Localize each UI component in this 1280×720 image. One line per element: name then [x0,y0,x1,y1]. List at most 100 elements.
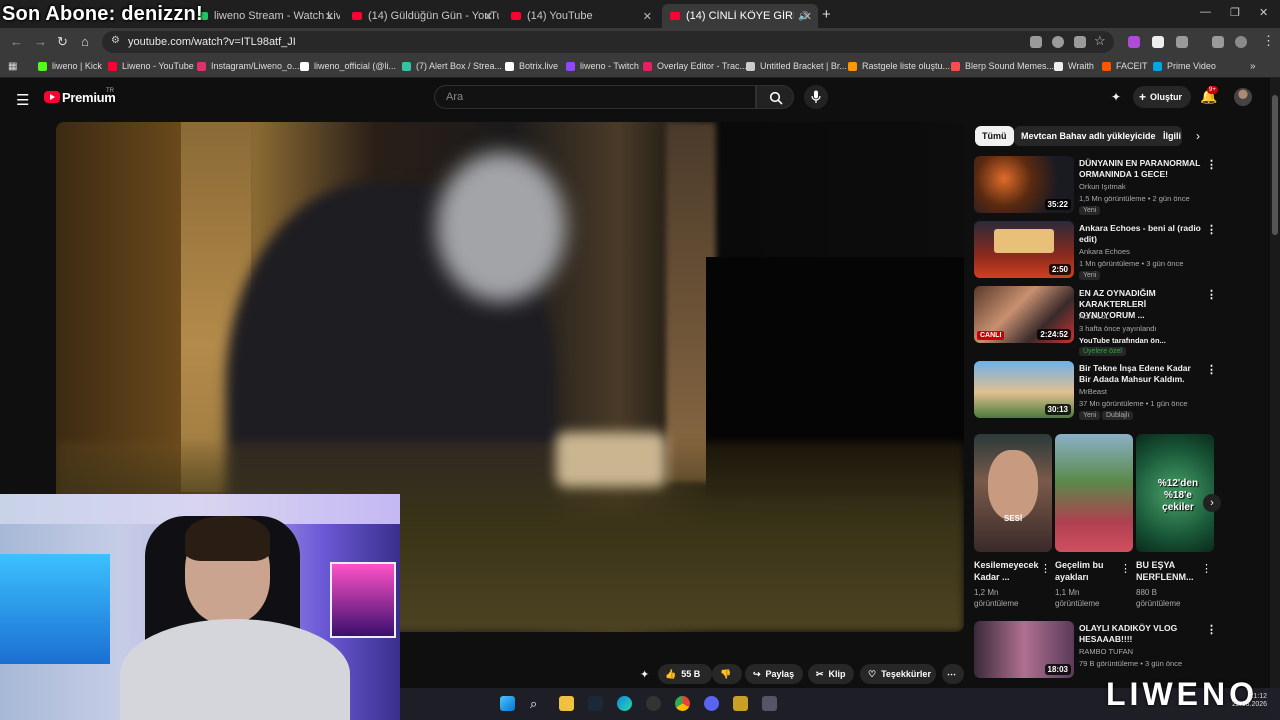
thanks-button[interactable]: ♡ Teşekkürler [860,664,936,684]
more-options-icon[interactable]: ⋮ [1040,562,1051,575]
bookmark-item[interactable]: Wraith [1054,61,1094,71]
recommended-video[interactable]: 30:13 Bir Tekne İnşa Edene Kadar Bir Ada… [974,361,1224,421]
channel-name[interactable]: MrBeast [1079,387,1107,396]
short-title[interactable]: BU EŞYA NERFLENM... [1136,559,1202,583]
url-text[interactable]: youtube.com/watch?v=ITL98atf_JI [128,36,296,48]
more-options-icon[interactable]: ⋮ [1206,623,1217,636]
bookmark-item[interactable]: FACEIT [1102,61,1148,71]
bookmark-item[interactable]: liweno | Kick [38,61,102,71]
extension-icon[interactable] [1128,36,1140,48]
chevron-right-icon[interactable]: › [1196,129,1200,143]
short-title[interactable]: Geçelim bu ayakları [1055,559,1121,583]
recommended-video[interactable]: 2:50 Ankara Echoes - beni al (radio edit… [974,221,1224,281]
media-icon[interactable] [1212,36,1224,48]
zoom-icon[interactable] [1052,36,1064,48]
recommended-video[interactable]: CANLI 2:24:52 EN AZ OYNADIĞIM KARAKTERLE… [974,286,1224,356]
video-title[interactable]: OLAYLI KADIKÖY VLOG HESAAAB!!!! [1079,623,1204,645]
short-thumbnail[interactable]: SESİ [974,434,1052,552]
bookmark-item[interactable]: (7) Alert Box / Strea... [402,61,502,71]
create-button[interactable]: + Oluştur [1133,86,1191,108]
bookmark-item[interactable]: liweno - Twitch [566,61,639,71]
recommended-video[interactable]: 35:22 DÜNYANIN EN PARANORMAL ORMANINDA 1… [974,156,1224,216]
more-actions-button[interactable]: ⋯ [942,664,964,684]
bookmark-item[interactable]: Overlay Editor - Trac... [643,61,747,71]
scrollbar-thumb[interactable] [1272,95,1278,235]
bookmark-item[interactable]: Untitled Bracket | Br... [746,61,847,71]
search-icon[interactable]: ⌕ [530,696,545,711]
minimize-button[interactable]: — [1200,6,1211,18]
video-thumbnail[interactable]: 30:13 [974,361,1074,418]
reload-icon[interactable]: ↻ [57,34,68,50]
close-tab-icon[interactable]: ✕ [484,10,493,23]
steam-icon[interactable] [588,696,603,711]
more-options-icon[interactable]: ⋮ [1206,158,1217,171]
chrome-icon[interactable] [675,696,690,711]
profile-icon[interactable] [1235,36,1247,48]
back-icon[interactable]: ← [10,34,23,49]
video-thumbnail[interactable]: 35:22 [974,156,1074,213]
menu-dots-icon[interactable]: ⋮ [1262,33,1275,49]
search-input[interactable] [434,85,756,109]
chip-related[interactable]: İlgili [1156,126,1182,146]
cast-icon[interactable]: ✦ [1111,90,1121,104]
more-options-icon[interactable]: ⋮ [1206,288,1217,301]
chip-uploader[interactable]: Mevtcan Bahav adlı yükleyiciden [1014,126,1169,146]
avatar[interactable] [1234,88,1252,106]
more-options-icon[interactable]: ⋮ [1120,562,1131,575]
hamburger-menu-icon[interactable]: ☰ [16,91,29,109]
video-title[interactable]: DÜNYANIN EN PARANORMAL ORMANINDA 1 GECE! [1079,158,1204,180]
forward-icon[interactable]: → [34,34,47,49]
youtube-logo-icon[interactable] [44,91,60,103]
video-thumbnail[interactable]: 18:03 [974,621,1074,678]
video-title[interactable]: Bir Tekne İnşa Edene Kadar Bir Adada Mah… [1079,363,1204,385]
bookmark-item[interactable]: Prime Video [1153,61,1216,71]
dislike-button[interactable]: 👎 [712,664,742,684]
tab-youtube-guldugun[interactable]: (14) Güldüğün Gün - YouTube ✕ [344,4,499,28]
channel-name[interactable]: RAMBO TUFAN [1079,647,1133,656]
bookmark-item[interactable]: liweno_official (@li... [300,61,396,71]
windows-start-icon[interactable] [500,696,515,711]
extension-spark-icon[interactable]: ✦ [640,668,649,681]
bookmark-item[interactable]: Botrix.live [505,61,558,71]
apps-grid-icon[interactable]: ▦ [8,61,17,72]
video-title[interactable]: Ankara Echoes - beni al (radio edit) [1079,223,1204,245]
app-icon[interactable] [762,696,777,711]
bookmark-item[interactable]: Instagram/Liweno_o... [197,61,300,71]
edge-icon[interactable] [617,696,632,711]
tab-youtube-home[interactable]: (14) YouTube ✕ [503,4,658,28]
extension-icon[interactable] [1152,36,1164,48]
eye-off-icon[interactable] [1074,36,1086,48]
like-button[interactable]: 👍 55 B [658,664,712,684]
more-options-icon[interactable]: ⋮ [1201,562,1212,575]
share-button[interactable]: ↪ Paylaş [745,664,803,684]
site-info-icon[interactable]: ⚙ [111,35,120,46]
more-options-icon[interactable]: ⋮ [1206,363,1217,376]
channel-name[interactable]: Ankara Echoes [1079,247,1130,256]
install-app-icon[interactable] [1030,36,1042,48]
bookmark-item[interactable]: Blerp Sound Memes... [951,61,1054,71]
short-title[interactable]: Kesilemeyecek Kadar ... [974,559,1040,583]
voice-search-button[interactable] [804,85,828,109]
more-options-icon[interactable]: ⋮ [1206,223,1217,236]
short-thumbnail[interactable]: %12'den %18'e çekiler [1136,434,1214,552]
home-icon[interactable]: ⌂ [81,34,89,49]
league-icon[interactable] [733,696,748,711]
channel-name[interactable]: Orkun Işıtmak [1079,182,1126,191]
discord-icon[interactable] [704,696,719,711]
close-tab-icon[interactable]: ✕ [325,10,334,23]
puzzle-icon[interactable] [1176,36,1188,48]
bookmarks-more-icon[interactable]: » [1250,61,1256,72]
tab-kick[interactable]: liweno Stream - Watch Live on ✕ [190,4,340,28]
clip-button[interactable]: ✂ Klip [808,664,854,684]
chip-all[interactable]: Tümü [975,126,1014,146]
bookmark-item[interactable]: Rastgele liste oluştu... [848,61,950,71]
close-tab-icon[interactable]: ✕ [803,10,812,23]
video-thumbnail[interactable]: CANLI 2:24:52 [974,286,1074,343]
short-thumbnail[interactable] [1055,434,1133,552]
file-explorer-icon[interactable] [559,696,574,711]
close-tab-icon[interactable]: ✕ [643,10,652,23]
recommended-video[interactable]: 18:03 OLAYLI KADIKÖY VLOG HESAAAB!!!! RA… [974,621,1224,678]
shorts-next-button[interactable]: › [1203,494,1221,512]
tab-youtube-active[interactable]: (14) CİNLİ KÖYE GİRDİK Gİ 🔊 ✕ [662,4,818,28]
channel-name[interactable]: Adro LoL [1079,312,1109,321]
